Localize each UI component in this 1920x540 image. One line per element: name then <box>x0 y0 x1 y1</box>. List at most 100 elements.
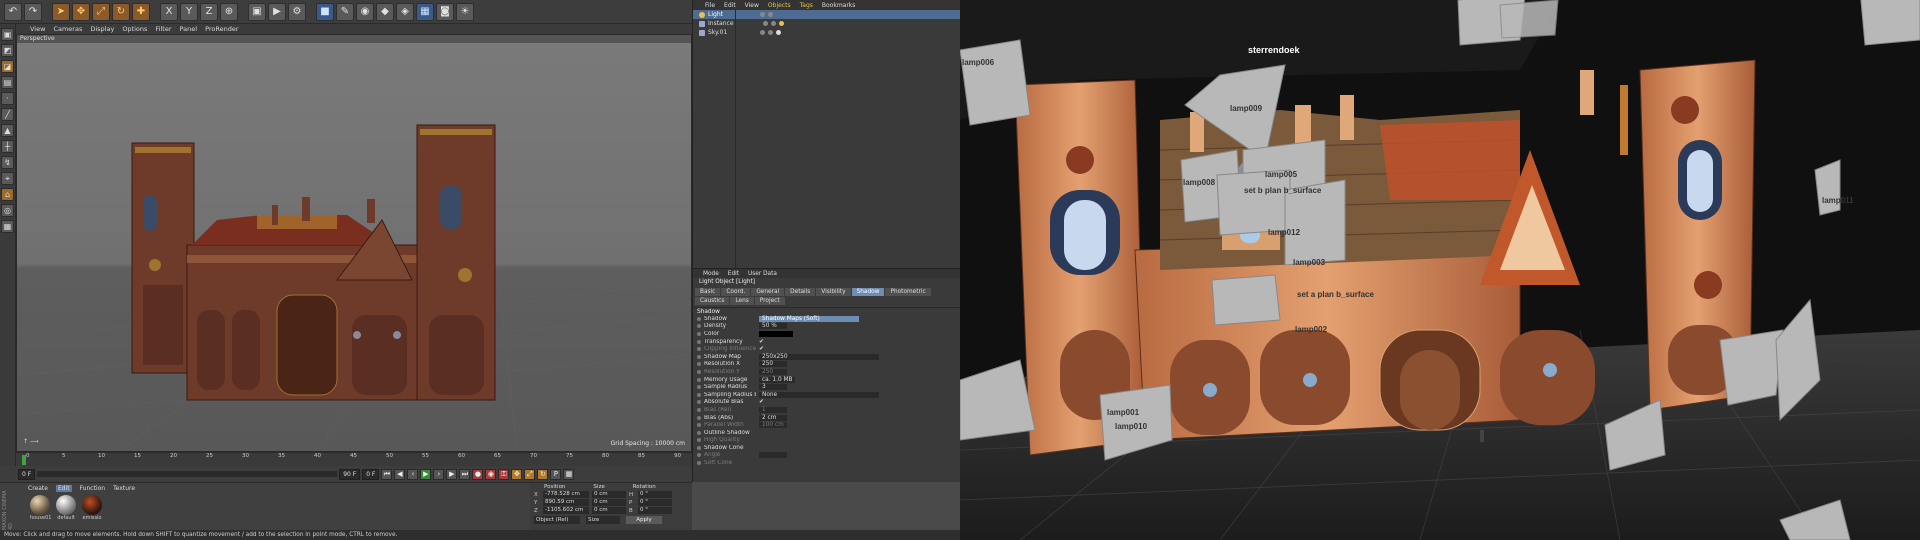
param-value[interactable]: 100 cm <box>759 422 787 429</box>
animate-dot-icon[interactable] <box>697 316 701 321</box>
param-value[interactable]: ✔ <box>759 399 764 405</box>
rotation-key-icon[interactable]: ↻ <box>537 468 549 480</box>
material-preview[interactable] <box>82 495 102 515</box>
rotation-h-field[interactable]: 0 ° <box>638 491 672 498</box>
viewport-menu-cameras[interactable]: Cameras <box>53 25 82 33</box>
tab-visibility[interactable]: Visibility <box>816 288 851 296</box>
param-value[interactable] <box>759 452 787 459</box>
om-menu-tags[interactable]: Tags <box>800 2 813 9</box>
position-key-icon[interactable]: ✥ <box>511 468 523 480</box>
subdivision-icon[interactable]: ◉ <box>356 2 374 21</box>
prev-key-icon[interactable]: ◀ <box>394 468 406 480</box>
extrude-icon[interactable]: ◆ <box>376 2 394 21</box>
am-menu-userdata[interactable]: User Data <box>748 271 777 277</box>
animate-dot-icon[interactable] <box>697 347 701 352</box>
select-icon[interactable]: ➤ <box>52 2 70 21</box>
position-x-field[interactable]: -778.528 cm <box>543 491 589 498</box>
record-icon[interactable]: ● <box>472 468 484 480</box>
material-preview[interactable] <box>56 495 76 515</box>
tab-basic[interactable]: Basic <box>695 288 721 296</box>
om-menu-objects[interactable]: Objects <box>768 2 791 9</box>
tab-caustics[interactable]: Caustics <box>695 297 730 305</box>
object-row-instance[interactable]: Instance <box>693 19 960 28</box>
autokey-icon[interactable]: ◉ <box>485 468 497 480</box>
animate-dot-icon[interactable] <box>697 339 701 344</box>
preview-range-slider[interactable] <box>37 471 338 477</box>
param-value[interactable]: 250 <box>759 361 787 368</box>
scene-icon[interactable]: ▦ <box>416 2 434 21</box>
animate-dot-icon[interactable] <box>697 331 701 336</box>
redo-icon[interactable]: ↷ <box>24 2 42 21</box>
render-settings-icon[interactable]: ⚙ <box>288 2 306 21</box>
rotate-icon[interactable]: ↻ <box>112 2 130 21</box>
goto-start-icon[interactable]: ⏮ <box>381 468 393 480</box>
enable-axis-icon[interactable]: ┼ <box>1 140 14 153</box>
render-icon[interactable]: ▶ <box>268 2 286 21</box>
param-value[interactable]: ✔ <box>759 346 764 352</box>
animate-dot-icon[interactable] <box>697 392 701 397</box>
position-y-field[interactable]: 890.59 cm <box>543 499 589 506</box>
viewport-menu-options[interactable]: Options <box>122 25 147 33</box>
size-z-field[interactable]: 0 cm <box>592 507 626 514</box>
size-y-field[interactable]: 0 cm <box>592 499 626 506</box>
3d-viewport[interactable]: Perspective ↑ ⟶ Grid Spacing: 10000 cm <box>16 34 692 452</box>
param-value[interactable]: 3 <box>759 384 787 391</box>
x-axis-button[interactable]: X <box>160 2 178 21</box>
object-flags[interactable] <box>760 30 782 35</box>
timeline[interactable]: 0 5 10 15 20 25 30 35 40 45 50 55 60 65 70 75 80 85 90 <box>16 452 692 466</box>
light-icon[interactable]: ☀ <box>456 2 474 21</box>
keyframe-selection-icon[interactable]: ⚿ <box>498 468 510 480</box>
pen-icon[interactable]: ✎ <box>336 2 354 21</box>
param-value[interactable]: ✔ <box>759 339 764 345</box>
deformer-icon[interactable]: ◈ <box>396 2 414 21</box>
viewport-menu-display[interactable]: Display <box>90 25 114 33</box>
undo-icon[interactable]: ↶ <box>4 2 22 21</box>
animate-dot-icon[interactable] <box>697 362 701 367</box>
material-item[interactable]: house01 <box>30 495 51 521</box>
prev-frame-icon[interactable]: ‹ <box>407 468 419 480</box>
viewport-menu-prorender[interactable]: ProRender <box>205 25 238 33</box>
param-value[interactable]: Shadow Maps (Soft) <box>759 315 859 322</box>
scale-key-icon[interactable]: ⤢ <box>524 468 536 480</box>
viewport-menu-view[interactable]: View <box>30 25 45 33</box>
tab-photometric[interactable]: Photometric <box>885 288 931 296</box>
om-menu-file[interactable]: File <box>705 2 715 9</box>
animate-dot-icon[interactable] <box>697 453 701 458</box>
om-menu-view[interactable]: View <box>745 2 759 9</box>
animate-dot-icon[interactable] <box>697 324 701 329</box>
current-frame-field[interactable]: 0 F <box>362 468 380 480</box>
animate-dot-icon[interactable] <box>697 415 701 420</box>
cube-icon[interactable]: ■ <box>316 2 334 21</box>
animate-dot-icon[interactable] <box>697 385 701 390</box>
workplane-icon[interactable]: ▤ <box>1 76 14 89</box>
tab-general[interactable]: General <box>751 288 785 296</box>
param-value[interactable]: 250 <box>759 368 787 375</box>
object-flags[interactable] <box>759 12 773 17</box>
object-flags[interactable] <box>762 21 784 26</box>
play-icon[interactable]: ▶ <box>420 468 432 480</box>
param-value[interactable]: 250x250 <box>759 353 879 360</box>
material-menu-edit[interactable]: Edit <box>55 485 72 492</box>
pla-key-icon[interactable]: ▦ <box>563 468 575 480</box>
viewport-menu-panel[interactable]: Panel <box>180 25 198 33</box>
snap-icon[interactable]: ⌖ <box>1 172 14 185</box>
material-menu-texture[interactable]: Texture <box>113 485 135 492</box>
material-menu-function[interactable]: Function <box>80 485 106 492</box>
render-view-icon[interactable]: ▣ <box>248 2 266 21</box>
object-row-sky[interactable]: Sky.01 <box>693 28 960 37</box>
animate-dot-icon[interactable] <box>697 423 701 428</box>
animate-dot-icon[interactable] <box>697 438 701 443</box>
camera-icon[interactable]: ◙ <box>436 2 454 21</box>
am-menu-mode[interactable]: Mode <box>703 271 719 277</box>
animate-dot-icon[interactable] <box>697 430 701 435</box>
param-value[interactable] <box>759 330 793 337</box>
animate-dot-icon[interactable] <box>697 400 701 405</box>
tab-details[interactable]: Details <box>785 288 816 296</box>
edges-mode-icon[interactable]: ╱ <box>1 108 14 121</box>
y-axis-button[interactable]: Y <box>180 2 198 21</box>
viewport-menu-filter[interactable]: Filter <box>155 25 171 33</box>
model-mode-icon[interactable]: ◩ <box>1 44 14 57</box>
tab-coord[interactable]: Coord. <box>721 288 751 296</box>
animate-dot-icon[interactable] <box>697 461 701 466</box>
object-row-light[interactable]: Light <box>693 10 960 19</box>
